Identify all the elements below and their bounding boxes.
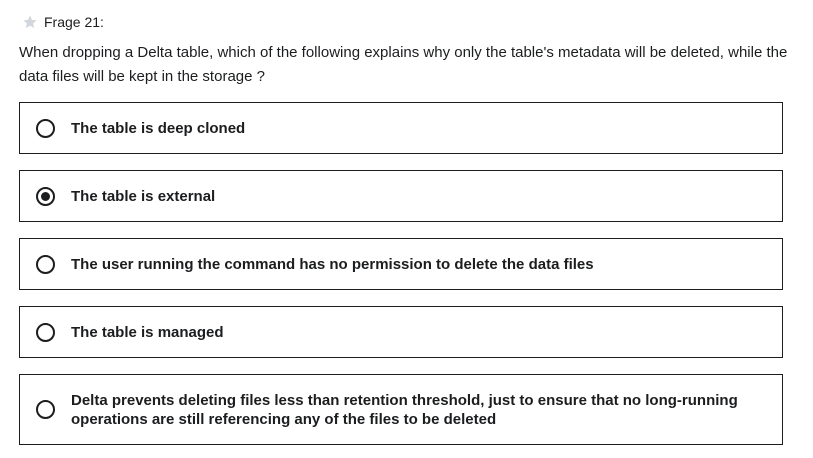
answer-label: The table is external bbox=[71, 187, 216, 205]
radio-button-selected[interactable] bbox=[36, 186, 55, 206]
question-text: When dropping a Delta table, which of th… bbox=[19, 44, 788, 85]
answer-option-1[interactable]: The table is deep cloned bbox=[19, 102, 783, 154]
answer-option-5[interactable]: Delta prevents deleting files less than … bbox=[19, 374, 783, 445]
question-number: Frage 21: bbox=[44, 14, 104, 30]
answer-label: The user running the command has no perm… bbox=[71, 255, 594, 273]
answer-option-4[interactable]: The table is managed bbox=[19, 306, 783, 358]
radio-button[interactable] bbox=[36, 322, 55, 342]
answer-label: The table is deep cloned bbox=[71, 119, 246, 137]
radio-button[interactable] bbox=[36, 400, 55, 419]
radio-button[interactable] bbox=[36, 118, 55, 138]
answer-option-2[interactable]: The table is external bbox=[19, 170, 783, 222]
star-icon[interactable] bbox=[22, 14, 38, 30]
answer-option-3[interactable]: The user running the command has no perm… bbox=[19, 238, 783, 290]
radio-selected-dot bbox=[41, 191, 50, 201]
answer-label: Delta prevents deleting files less than … bbox=[71, 391, 738, 428]
radio-button[interactable] bbox=[36, 254, 55, 274]
answer-label: The table is managed bbox=[71, 323, 224, 341]
question-header: Frage 21: bbox=[22, 12, 104, 32]
